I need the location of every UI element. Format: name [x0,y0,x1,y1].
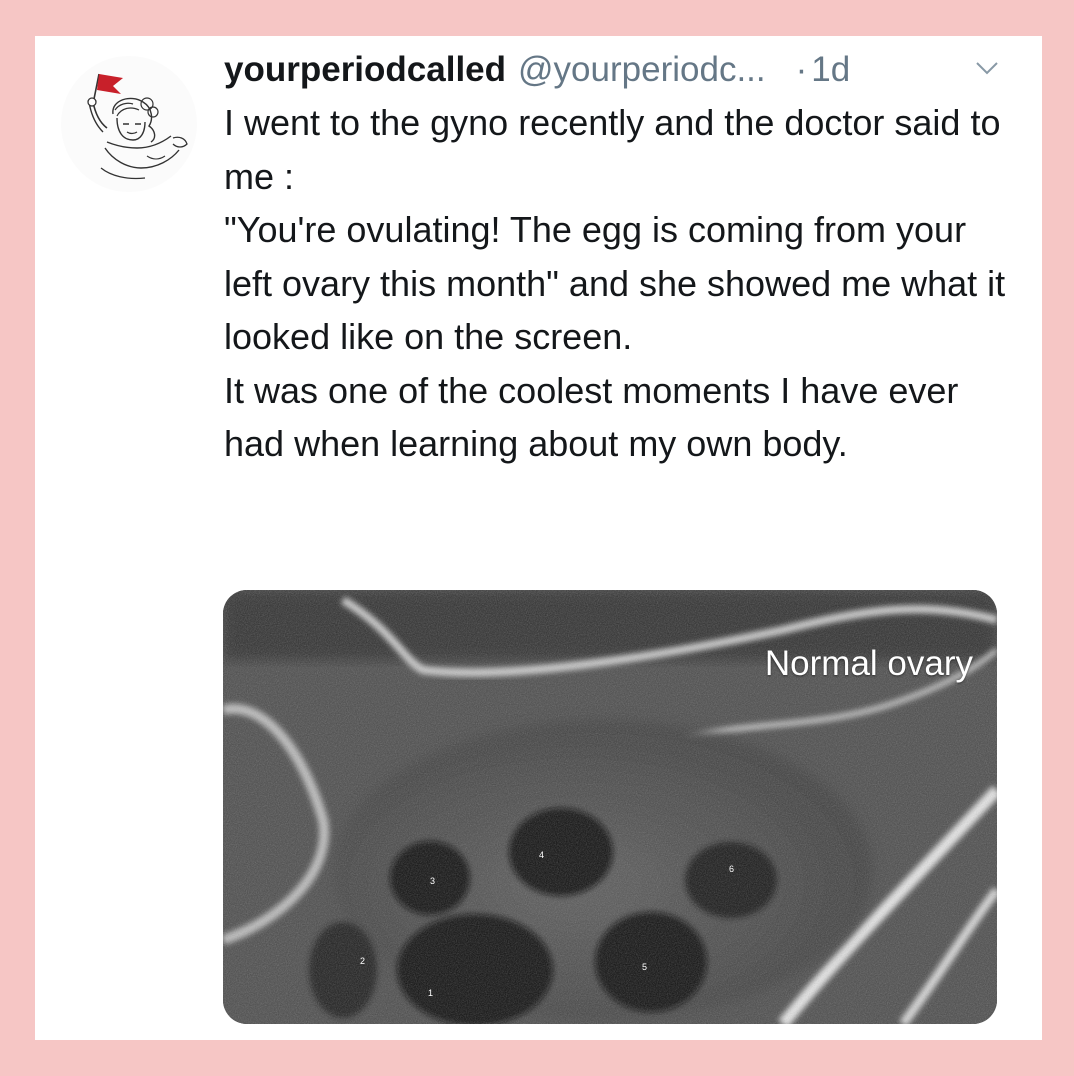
timestamp[interactable]: 1d [811,48,850,92]
display-name[interactable]: yourperiodcalled [224,48,506,92]
chevron-down-icon[interactable] [972,58,1002,78]
tweet-paragraph: "You're ovulating! The egg is coming fro… [224,209,1006,357]
tweet-card: yourperiodcalled @yourperiodc... · 1d I … [35,36,1042,1040]
tweet-media-image[interactable]: Normal ovary 1 2 3 4 5 6 [223,590,997,1024]
follicle-label: 1 [428,988,434,998]
tweet-text: I went to the gyno recently and the doct… [224,96,1024,471]
follicle-label: 5 [642,962,648,972]
tweet-header: yourperiodcalled @yourperiodc... · 1d [224,48,850,92]
follicle-label: 6 [729,864,735,874]
follicle-label: 4 [539,850,545,860]
image-caption: Normal ovary [764,644,973,683]
separator-dot: · [795,50,808,89]
avatar[interactable] [61,56,197,192]
follicle-label: 2 [360,956,366,966]
tweet-paragraph: I went to the gyno recently and the doct… [224,102,1001,197]
user-handle[interactable]: @yourperiodc... [518,48,766,92]
tweet-paragraph: It was one of the coolest moments I have… [224,369,959,465]
flag-girl-illustration-icon [87,73,188,180]
follicle-label: 3 [430,876,436,886]
